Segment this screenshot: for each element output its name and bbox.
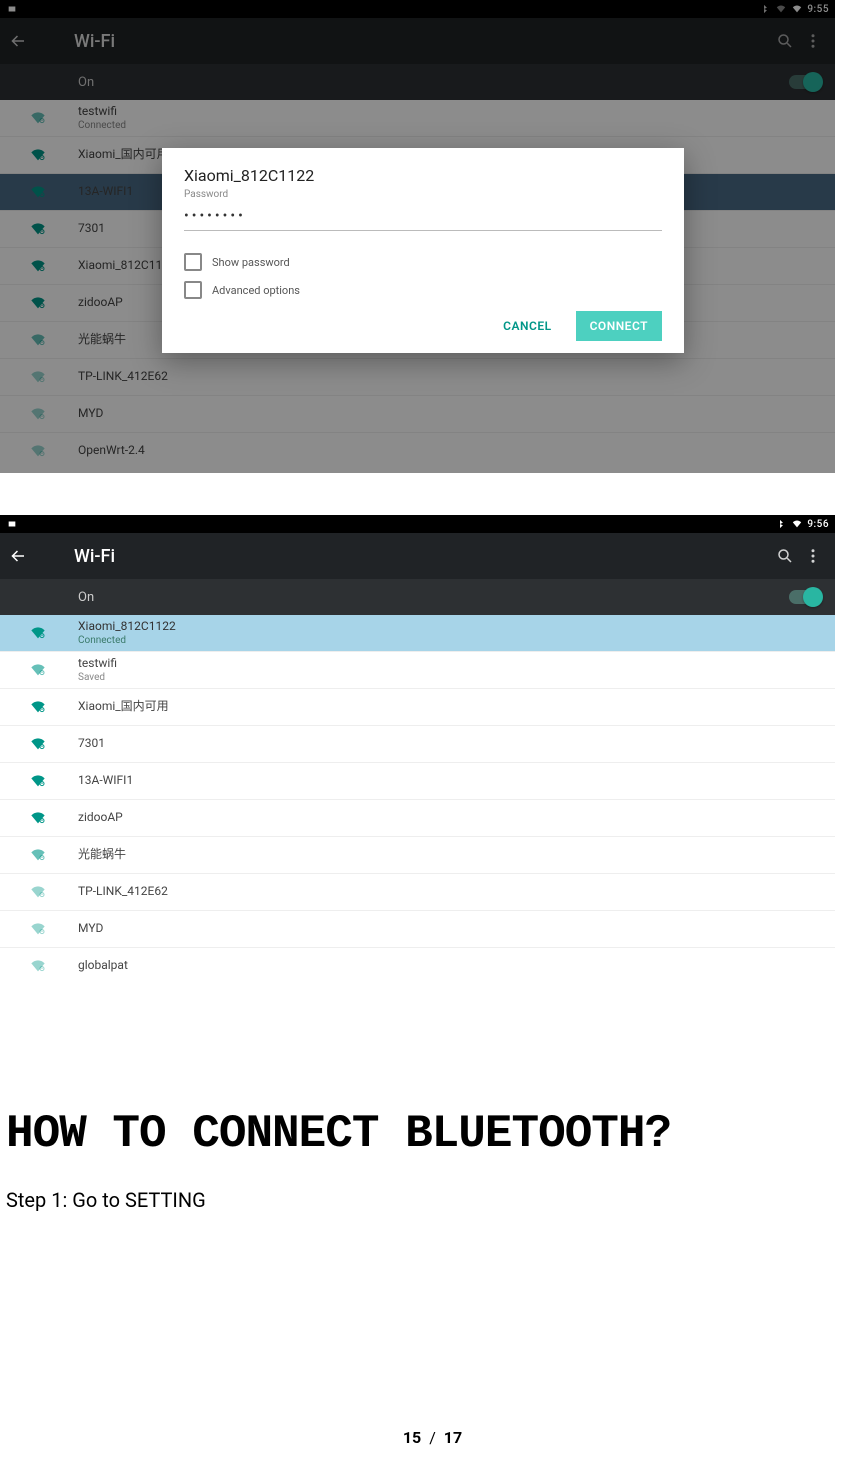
wifi-network-row[interactable]: globalpat <box>0 947 835 984</box>
wifi-signal-icon <box>26 921 50 937</box>
wifi-signal-icon <box>26 810 50 826</box>
wifi-ssid: MYD <box>78 922 103 935</box>
checkbox-icon <box>184 281 202 299</box>
wifi-signal-icon <box>26 662 50 678</box>
wifi-ssid: 7301 <box>78 737 105 750</box>
page-number: 15 / 17 <box>0 1428 865 1447</box>
wifi-signal-icon <box>26 847 50 863</box>
show-password-label: Show password <box>212 256 290 269</box>
show-password-checkbox[interactable]: Show password <box>184 253 662 271</box>
wifi-signal-icon <box>26 773 50 789</box>
wifi-switch[interactable] <box>789 590 821 604</box>
advanced-options-checkbox[interactable]: Advanced options <box>184 281 662 299</box>
wifi-network-row[interactable]: zidooAP <box>0 799 835 836</box>
password-label: Password <box>184 189 662 200</box>
notification-icon <box>6 519 18 529</box>
wifi-network-row[interactable]: Xiaomi_国内可用 <box>0 688 835 725</box>
status-clock: 9:56 <box>807 519 829 530</box>
app-bar: Wi-Fi <box>0 533 835 579</box>
wifi-network-row[interactable]: MYD <box>0 910 835 947</box>
page-separator: / <box>429 1428 436 1447</box>
wifi-icon <box>791 519 803 529</box>
page-current: 15 <box>403 1428 421 1447</box>
checkbox-icon <box>184 253 202 271</box>
wifi-toggle-label: On <box>78 590 94 605</box>
wifi-signal-icon <box>26 625 50 641</box>
screenshot-wifi-dialog: 9:55 Wi-Fi On testwifiConnectedXiaomi_国内… <box>0 0 835 473</box>
wifi-network-row[interactable]: 7301 <box>0 725 835 762</box>
wifi-network-row[interactable]: TP-LINK_412E62 <box>0 873 835 910</box>
wifi-network-row[interactable]: testwifi Saved <box>0 651 835 688</box>
bluetooth-icon <box>775 519 787 529</box>
cancel-button[interactable]: CANCEL <box>489 311 565 341</box>
wifi-signal-icon <box>26 699 50 715</box>
overflow-menu-button[interactable] <box>799 547 827 565</box>
wifi-status-subtext: Saved <box>78 672 117 683</box>
wifi-network-row[interactable]: 13A-WIFI1 <box>0 762 835 799</box>
wifi-status-subtext: Connected <box>78 635 176 646</box>
search-button[interactable] <box>771 547 799 565</box>
wifi-toggle-row[interactable]: On <box>0 579 835 615</box>
wifi-ssid: 13A-WIFI1 <box>78 774 133 787</box>
wifi-ssid: globalpat <box>78 959 128 972</box>
wifi-network-row[interactable]: 光能蜗牛 <box>0 836 835 873</box>
connect-button[interactable]: CONNECT <box>576 311 662 341</box>
wifi-ssid: Xiaomi_812C1122 <box>78 620 176 633</box>
wifi-ssid: testwifi <box>78 657 117 670</box>
section-heading: HOW TO CONNECT BLUETOOTH? <box>6 1108 865 1160</box>
wifi-ssid: 光能蜗牛 <box>78 848 126 861</box>
wifi-signal-icon <box>26 958 50 974</box>
wifi-network-list-2: Xiaomi_812C1122 Connected testwifi Saved Xia… <box>0 615 835 984</box>
wifi-password-dialog: Xiaomi_812C1122 Password •••••••• Show p… <box>162 148 684 353</box>
wifi-signal-icon <box>26 736 50 752</box>
status-bar: 9:56 <box>0 515 835 533</box>
wifi-ssid: Xiaomi_国内可用 <box>78 700 169 713</box>
password-input[interactable]: •••••••• <box>184 206 662 231</box>
dialog-title: Xiaomi_812C1122 <box>184 166 662 185</box>
wifi-signal-icon <box>26 884 50 900</box>
page-total: 17 <box>444 1428 462 1447</box>
wifi-network-row[interactable]: Xiaomi_812C1122 Connected <box>0 615 835 651</box>
wifi-ssid: zidooAP <box>78 811 123 824</box>
back-button[interactable] <box>8 547 28 565</box>
wifi-ssid: TP-LINK_412E62 <box>78 885 168 898</box>
screenshot-wifi-connected: 9:56 Wi-Fi On Xiaomi_812C1122 Connected te… <box>0 515 835 988</box>
advanced-options-label: Advanced options <box>212 284 300 297</box>
appbar-title: Wi-Fi <box>74 546 115 567</box>
step-text: Step 1: Go to SETTING <box>6 1188 865 1212</box>
